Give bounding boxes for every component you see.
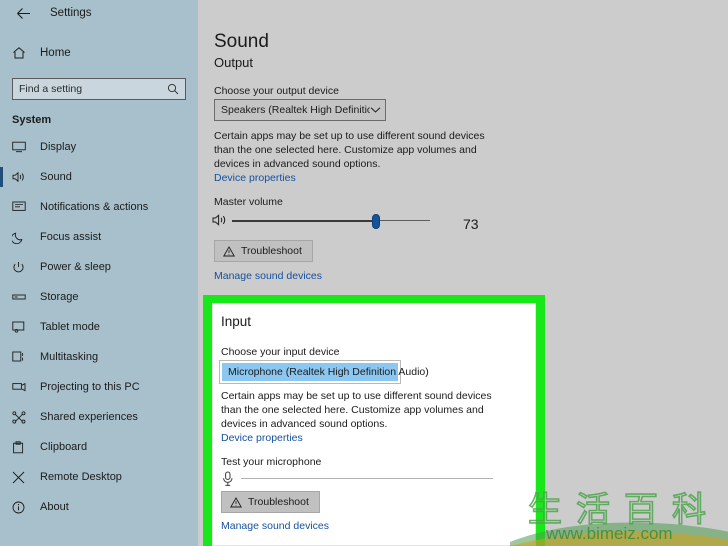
- output-troubleshoot-label: Troubleshoot: [241, 245, 302, 257]
- input-device-option[interactable]: Microphone (Realtek High Definition Audi…: [222, 363, 429, 381]
- sidebar-item-sound[interactable]: Sound: [0, 162, 198, 192]
- input-troubleshoot-label: Troubleshoot: [248, 496, 309, 508]
- warning-triangle-icon: [230, 496, 242, 508]
- input-device-properties-link[interactable]: Device properties: [221, 432, 303, 444]
- sidebar-item-home[interactable]: Home: [0, 40, 198, 66]
- search-input[interactable]: [19, 83, 167, 95]
- master-volume-slider[interactable]: [232, 213, 430, 229]
- sidebar-item-label: Storage: [40, 291, 79, 303]
- sidebar-item-label: About: [40, 501, 69, 513]
- sidebar-item-remote-desktop[interactable]: Remote Desktop: [0, 462, 198, 492]
- sidebar-item-label: Focus assist: [40, 231, 102, 243]
- sidebar-item-focus-assist[interactable]: Focus assist: [0, 222, 198, 252]
- input-section-card: Input Choose your input device Microphon…: [212, 303, 536, 546]
- microphone-level-bar: [241, 478, 493, 479]
- output-device-properties-link[interactable]: Device properties: [214, 172, 296, 184]
- sidebar-item-power-sleep[interactable]: Power & sleep: [0, 252, 198, 282]
- master-volume-value: 73: [463, 216, 479, 232]
- output-manage-sound-devices-link[interactable]: Manage sound devices: [214, 270, 322, 282]
- slider-track-remaining: [380, 220, 430, 221]
- sidebar-item-shared-experiences[interactable]: Shared experiences: [0, 402, 198, 432]
- output-device-value: Speakers (Realtek High Definition A...: [221, 104, 370, 116]
- clipboard-icon: [12, 440, 34, 454]
- speaker-volume-icon: [212, 213, 228, 232]
- window-title: Settings: [50, 7, 92, 19]
- chevron-down-icon[interactable]: [370, 106, 381, 114]
- output-help-text: Certain apps may be set up to use differ…: [214, 130, 485, 170]
- search-icon[interactable]: [167, 83, 179, 95]
- sidebar-item-tablet-mode[interactable]: Tablet mode: [0, 312, 198, 342]
- notification-icon: [12, 201, 34, 213]
- sidebar: Settings Home System: [0, 0, 198, 546]
- microphone-level-meter: [221, 471, 493, 487]
- input-troubleshoot-button[interactable]: Troubleshoot: [221, 491, 320, 513]
- storage-icon: [12, 292, 34, 302]
- home-icon: [12, 46, 34, 60]
- sidebar-item-display[interactable]: Display: [0, 132, 198, 162]
- search-box[interactable]: [12, 78, 186, 100]
- monitor-icon: [12, 141, 34, 153]
- master-volume-label: Master volume: [214, 196, 283, 208]
- sidebar-item-label: Sound: [40, 171, 72, 183]
- sidebar-item-multitasking[interactable]: Multitasking: [0, 342, 198, 372]
- sidebar-item-label: Display: [40, 141, 77, 153]
- input-device-listbox[interactable]: Microphone (Realtek High Definition Audi…: [219, 360, 429, 384]
- slider-thumb[interactable]: [372, 214, 380, 229]
- sidebar-item-label: Power & sleep: [40, 261, 111, 273]
- warning-triangle-icon: [223, 245, 235, 257]
- projecting-icon: [12, 381, 34, 393]
- sidebar-home-label: Home: [40, 47, 71, 59]
- sidebar-section-label: System: [12, 114, 52, 126]
- remote-desktop-icon: [12, 471, 34, 484]
- power-icon: [12, 261, 34, 274]
- sidebar-item-label: Tablet mode: [40, 321, 100, 333]
- output-device-label: Choose your output device: [214, 85, 339, 97]
- settings-window: Settings Home System: [0, 0, 728, 546]
- info-icon: [12, 501, 34, 514]
- page-title: Sound: [214, 31, 269, 52]
- moon-icon: [12, 231, 34, 244]
- input-section-heading: Input: [221, 314, 252, 329]
- back-arrow-icon[interactable]: [10, 3, 36, 23]
- sidebar-item-label: Remote Desktop: [40, 471, 122, 483]
- input-manage-sound-devices-link[interactable]: Manage sound devices: [221, 520, 329, 532]
- sidebar-nav-list: Display Sound Notifications & actions Fo…: [0, 132, 198, 522]
- multitasking-icon: [12, 351, 34, 363]
- sidebar-item-storage[interactable]: Storage: [0, 282, 198, 312]
- test-microphone-label: Test your microphone: [221, 456, 322, 468]
- input-section-highlight: Input Choose your input device Microphon…: [203, 295, 545, 546]
- sidebar-item-about[interactable]: About: [0, 492, 198, 522]
- window-titlebar: Settings: [0, 0, 198, 26]
- output-device-dropdown[interactable]: Speakers (Realtek High Definition A...: [214, 99, 386, 121]
- sidebar-item-label: Shared experiences: [40, 411, 138, 423]
- sidebar-item-label: Projecting to this PC: [40, 381, 140, 393]
- input-help-text: Certain apps may be set up to use differ…: [221, 390, 492, 430]
- sidebar-item-label: Multitasking: [40, 351, 99, 363]
- share-icon: [12, 410, 34, 424]
- sidebar-item-label: Clipboard: [40, 441, 88, 453]
- sidebar-item-label: Notifications & actions: [40, 201, 149, 213]
- slider-track-filled: [232, 220, 376, 222]
- sidebar-item-notifications[interactable]: Notifications & actions: [0, 192, 198, 222]
- output-section-heading: Output: [214, 55, 254, 70]
- microphone-icon: [221, 471, 235, 492]
- sidebar-item-projecting[interactable]: Projecting to this PC: [0, 372, 198, 402]
- sidebar-item-clipboard[interactable]: Clipboard: [0, 432, 198, 462]
- input-device-label: Choose your input device: [221, 346, 340, 358]
- output-troubleshoot-button[interactable]: Troubleshoot: [214, 240, 313, 262]
- tablet-icon: [12, 321, 34, 333]
- speaker-icon: [12, 171, 34, 183]
